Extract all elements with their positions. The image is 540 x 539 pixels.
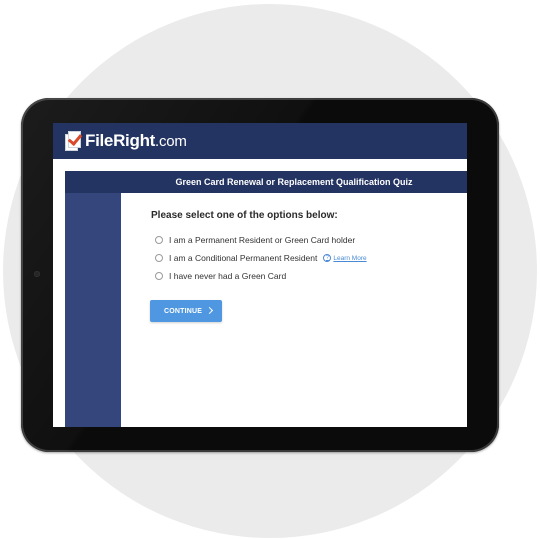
option-label: I have never had a Green Card xyxy=(169,271,287,281)
quiz-title-bar: Green Card Renewal or Replacement Qualif… xyxy=(65,171,467,193)
logo-brand: FileRight xyxy=(85,131,156,150)
tablet-device: FileRight .com Green Card Renewal or Rep… xyxy=(21,98,499,452)
option-permanent-resident[interactable]: I am a Permanent Resident or Green Card … xyxy=(155,231,367,249)
option-never-had-green-card[interactable]: I have never had a Green Card xyxy=(155,267,367,285)
radio-button[interactable] xyxy=(155,272,163,280)
document-check-icon xyxy=(65,130,83,151)
continue-label: CONTINUE xyxy=(164,307,203,315)
logo-domain: .com xyxy=(155,133,187,150)
option-label: I am a Conditional Permanent Resident xyxy=(169,253,318,263)
radio-button[interactable] xyxy=(155,254,163,262)
option-conditional-resident[interactable]: I am a Conditional Permanent Resident ? … xyxy=(155,249,367,267)
logo-text: FileRight .com xyxy=(85,131,187,151)
quiz-content: Please select one of the options below: … xyxy=(121,193,467,427)
quiz-title: Green Card Renewal or Replacement Qualif… xyxy=(175,177,413,187)
quiz-panel: Green Card Renewal or Replacement Qualif… xyxy=(65,171,467,427)
tablet-screen: FileRight .com Green Card Renewal or Rep… xyxy=(53,123,467,427)
learn-more-label: Learn More xyxy=(333,254,367,262)
chevron-right-icon xyxy=(205,306,214,315)
radio-button[interactable] xyxy=(155,236,163,244)
site-header: FileRight .com xyxy=(53,123,467,159)
continue-button[interactable]: CONTINUE xyxy=(150,300,222,322)
learn-more-link[interactable]: ? Learn More xyxy=(323,254,367,262)
options-list: I am a Permanent Resident or Green Card … xyxy=(155,231,367,285)
option-label: I am a Permanent Resident or Green Card … xyxy=(169,235,356,245)
camera-icon xyxy=(34,271,40,277)
question-circle-icon: ? xyxy=(323,254,332,262)
quiz-prompt: Please select one of the options below: xyxy=(151,210,338,221)
fileright-logo[interactable]: FileRight .com xyxy=(65,130,187,151)
